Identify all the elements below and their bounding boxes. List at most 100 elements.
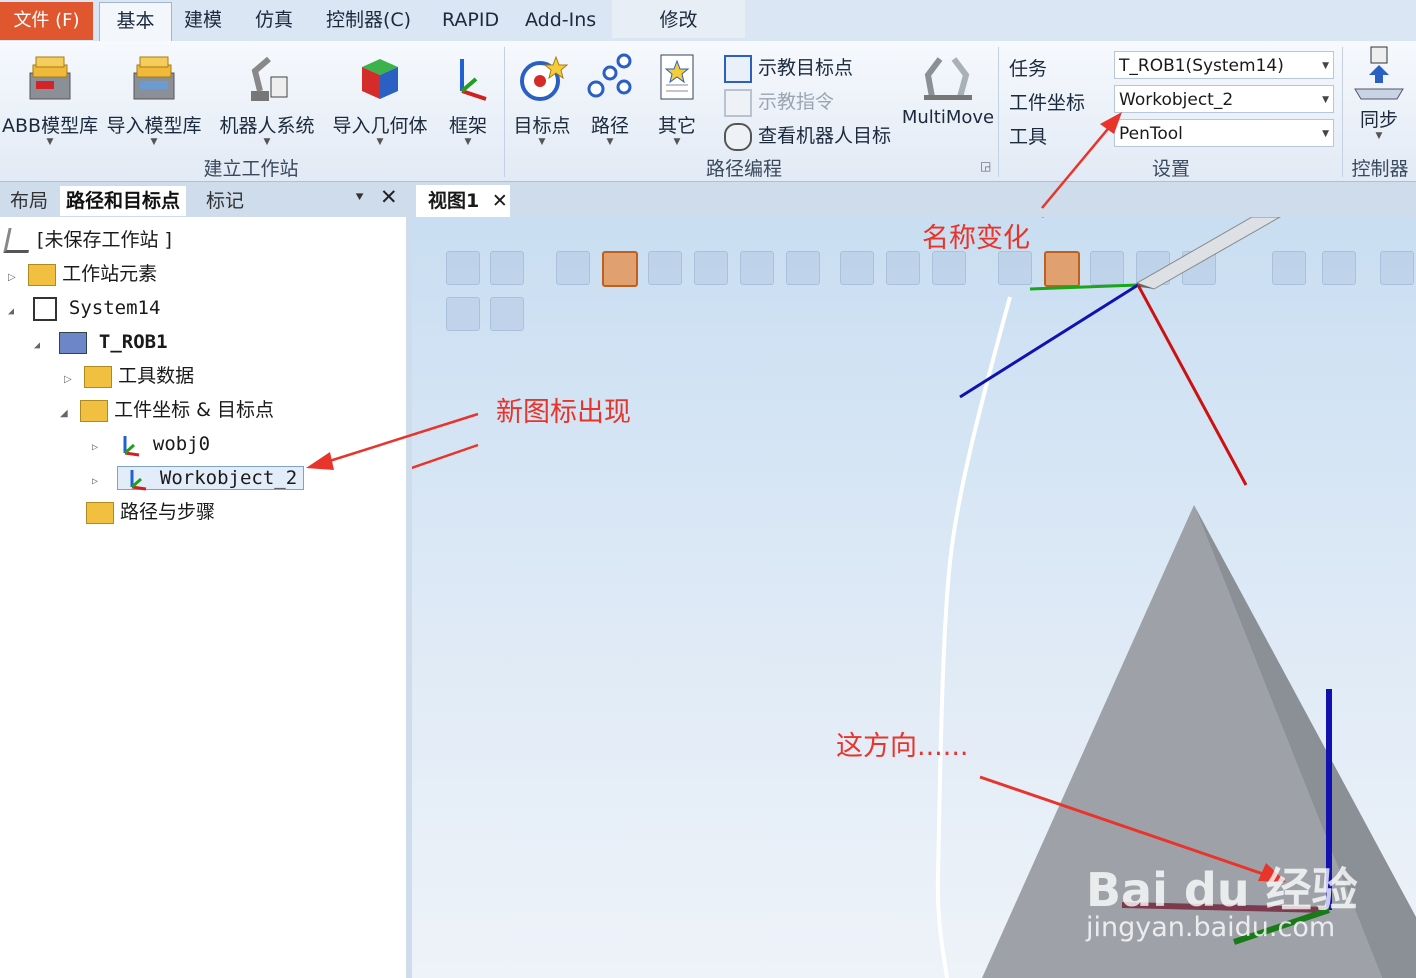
tree-node-task[interactable]: ◢ T_ROB1 xyxy=(34,327,168,357)
task-label: 任务 xyxy=(1009,58,1048,80)
chevron-down-icon: ▼ xyxy=(1322,95,1329,105)
robot-target-icon xyxy=(724,122,752,151)
controller-icon xyxy=(33,296,58,321)
tree-node-system[interactable]: ◢ System14 xyxy=(8,293,160,323)
task-combo-value: T_ROB1(System14) xyxy=(1119,56,1284,76)
tree-node-station-elements[interactable]: ▷ 工作站元素 xyxy=(8,259,157,289)
target-button[interactable]: 目标点 ▼ xyxy=(510,51,574,147)
collapse-icon[interactable]: ◢ xyxy=(8,297,22,327)
group-separator xyxy=(998,47,999,177)
paths-folder-icon xyxy=(86,501,114,524)
chevron-down-icon: ▼ xyxy=(46,137,54,147)
annotation-name-change: 名称变化 xyxy=(922,223,1030,254)
tool-path-curve xyxy=(935,296,1012,978)
tab-layout[interactable]: 布局 xyxy=(4,186,54,216)
robot-system-label: 机器人系统 xyxy=(219,115,315,137)
abb-library-button[interactable]: ABB模型库 ▼ xyxy=(2,51,98,147)
teach-target-label: 示教目标点 xyxy=(758,57,854,79)
close-icon[interactable]: ✕ xyxy=(380,185,398,209)
wobj-label: 工件坐标 xyxy=(1009,92,1086,114)
import-geometry-button[interactable]: 导入几何体 ▼ xyxy=(330,51,430,147)
tree-label: 路径与步骤 xyxy=(120,501,216,523)
workobject-combo[interactable]: Workobject_2 ▼ xyxy=(1114,85,1334,113)
expand-icon[interactable]: ▷ xyxy=(92,467,106,497)
chevron-down-icon: ▼ xyxy=(1322,61,1329,71)
tab-file[interactable]: 文件 (F) xyxy=(0,2,93,40)
frame-label: 框架 xyxy=(448,115,487,137)
collapse-icon[interactable]: ◢ xyxy=(60,399,74,429)
view-tabs: 视图1 ✕ xyxy=(412,182,1416,217)
robot-system-button[interactable]: 机器人系统 ▼ xyxy=(216,51,318,147)
geometry-cube-icon xyxy=(362,59,398,99)
multimove-robots-icon xyxy=(924,57,972,100)
view-robot-target-button[interactable]: 查看机器人目标 xyxy=(724,121,891,151)
tree-node-paths[interactable]: 路径与步骤 xyxy=(86,497,215,527)
station-icon xyxy=(3,228,34,253)
other-button[interactable]: 其它 ▼ xyxy=(648,51,706,147)
tool-label: 工具 xyxy=(1009,126,1048,148)
import-library-button[interactable]: 导入模型库 ▼ xyxy=(104,51,204,147)
tree-node-workobject-2[interactable]: ▷ Workobject_2 xyxy=(92,463,305,493)
workobject-icon xyxy=(123,435,140,456)
sync-button[interactable]: 同步 ▼ xyxy=(1346,45,1412,141)
collapse-icon[interactable]: ◢ xyxy=(34,331,48,361)
tool-combo[interactable]: PenTool ▼ xyxy=(1114,119,1334,147)
left-panel: 布局 路径和目标点 标记 ⯆ ✕ [未保存工作站 ] ▷ 工作站元素 ◢ Sys… xyxy=(0,182,412,978)
expand-icon[interactable]: ▷ xyxy=(8,263,22,293)
tab-rapid[interactable]: RAPID xyxy=(442,0,499,41)
tree-label: 工具数据 xyxy=(118,365,195,387)
tab-simulation[interactable]: 仿真 xyxy=(255,0,293,41)
frame-axes-icon xyxy=(460,59,487,101)
chevron-down-icon: ▼ xyxy=(263,137,271,147)
tool-axis-y xyxy=(1029,283,1139,291)
panel-menu-icon[interactable]: ⯆ xyxy=(354,190,365,206)
group-separator xyxy=(1342,47,1343,177)
chevron-down-icon: ▼ xyxy=(1375,131,1383,141)
dialog-launcher-icon[interactable]: ◲ xyxy=(980,159,991,173)
selected-tree-item[interactable]: Workobject_2 xyxy=(117,466,305,490)
teach-instruction-icon xyxy=(724,88,752,117)
tab-modify[interactable]: 修改 xyxy=(612,0,745,38)
tree-label: 工件坐标 & 目标点 xyxy=(114,399,274,421)
watermark-logo: Bai du 经验 xyxy=(1086,863,1358,917)
multimove-label: MultiMove xyxy=(901,107,995,128)
tool-axis-z xyxy=(959,283,1139,399)
tool-combo-value: PenTool xyxy=(1119,124,1183,144)
multimove-button[interactable]: MultiMove xyxy=(900,47,996,128)
tree-label: 工作站元素 xyxy=(62,263,158,285)
import-library-icon xyxy=(133,56,175,100)
sync-label: 同步 xyxy=(1359,109,1398,131)
ribbon-tab-bar: 文件 (F) 基本 建模 仿真 控制器(C) RAPID Add-Ins 修改 xyxy=(0,0,1416,42)
tab-view1[interactable]: 视图1 ✕ xyxy=(416,185,510,217)
tree-node-wobj-targets[interactable]: ◢ 工件坐标 & 目标点 xyxy=(60,395,274,425)
task-combo[interactable]: T_ROB1(System14) ▼ xyxy=(1114,51,1334,79)
tree-node-station[interactable]: [未保存工作站 ] xyxy=(3,225,172,255)
teach-instruction-button[interactable]: 示教指令 xyxy=(724,87,834,117)
tree-node-wobj0[interactable]: ▷ wobj0 xyxy=(92,429,210,459)
tab-basic[interactable]: 基本 xyxy=(99,2,172,42)
tab-modeling[interactable]: 建模 xyxy=(184,0,222,41)
tab-paths-targets[interactable]: 路径和目标点 xyxy=(60,186,187,216)
path-points-icon xyxy=(587,53,632,98)
tree-label: [未保存工作站 ] xyxy=(37,229,172,251)
tree-label: Workobject_2 xyxy=(159,467,298,489)
tree-node-tool-data[interactable]: ▷ 工具数据 xyxy=(64,361,194,391)
tab-tags[interactable]: 标记 xyxy=(200,186,250,216)
expand-icon[interactable]: ▷ xyxy=(92,433,106,463)
import-geometry-label: 导入几何体 xyxy=(332,115,428,137)
tab-controller[interactable]: 控制器(C) xyxy=(326,0,411,41)
target-point-icon xyxy=(520,55,568,101)
tab-addins[interactable]: Add-Ins xyxy=(525,0,596,41)
import-library-label: 导入模型库 xyxy=(106,115,202,137)
chevron-down-icon: ▼ xyxy=(538,137,546,147)
teach-target-button[interactable]: 示教目标点 xyxy=(724,53,853,83)
path-label: 路径 xyxy=(590,115,629,137)
frame-button[interactable]: 框架 ▼ xyxy=(442,51,494,147)
document-star-icon xyxy=(660,54,694,100)
chevron-down-icon: ▼ xyxy=(606,137,614,147)
path-button[interactable]: 路径 ▼ xyxy=(580,51,640,147)
close-icon[interactable]: ✕ xyxy=(492,190,508,212)
group-label-path-programming: 路径编程 xyxy=(705,158,782,180)
ribbon: ABB模型库 ▼ 导入模型库 ▼ 机器人系统 ▼ 导入几何体 ▼ 框架 ▼ 建立… xyxy=(0,41,1416,182)
expand-icon[interactable]: ▷ xyxy=(64,365,78,395)
